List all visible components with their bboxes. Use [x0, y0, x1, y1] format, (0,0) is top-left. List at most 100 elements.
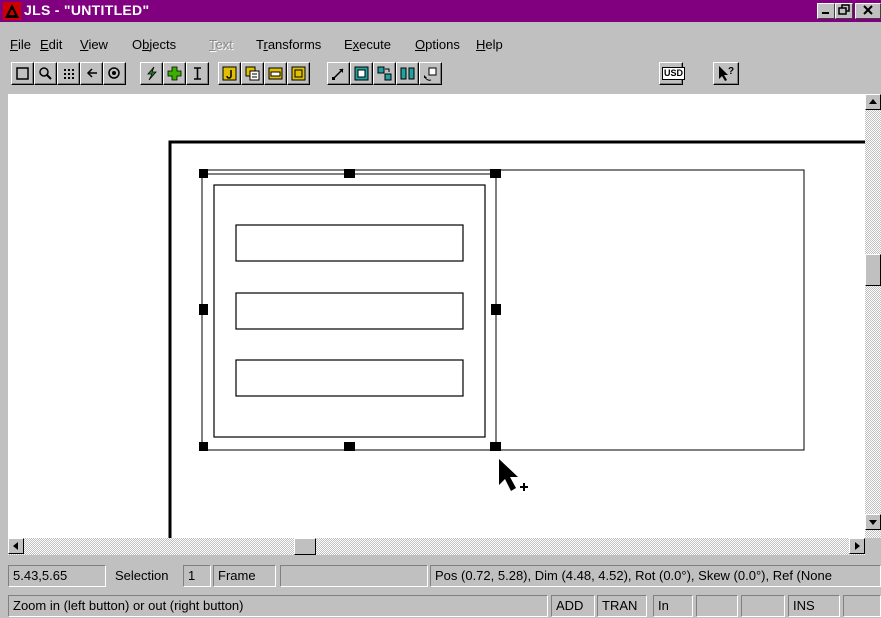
drawing-canvas[interactable] [8, 94, 865, 538]
minimize-button[interactable] [817, 3, 835, 19]
menu-text[interactable]: Text [209, 37, 233, 52]
status-bar-top: 5.43,5.65 Selection 1 Frame Pos (0.72, 5… [0, 562, 881, 590]
copy-icon [245, 66, 260, 81]
handle-middle-left [199, 304, 208, 315]
tran-indicator: TRAN [597, 595, 647, 617]
text-cursor-icon [194, 67, 201, 80]
flip-button[interactable] [373, 62, 396, 85]
selection-count: 1 [183, 565, 211, 587]
select-rect-button[interactable] [11, 62, 34, 85]
close-button[interactable] [855, 3, 881, 19]
menu-file[interactable]: File [10, 37, 31, 52]
title-bar: JLS - "UNTITLED" [0, 0, 881, 22]
horizontal-scrollbar[interactable] [8, 538, 865, 555]
vertical-scroll-thumb[interactable] [865, 254, 881, 286]
vertical-scrollbar[interactable] [865, 94, 881, 538]
status-empty-1 [696, 595, 738, 617]
inner-frame [213, 184, 486, 438]
handle-top-left [199, 169, 208, 178]
zoom-button[interactable] [34, 62, 57, 85]
shape-rect-1 [235, 224, 464, 262]
grid-button[interactable] [57, 62, 80, 85]
menu-help[interactable]: Help [476, 37, 503, 52]
zoom-icon [39, 67, 52, 80]
back-arrow-icon [86, 68, 97, 78]
shape-rect-2 [235, 292, 464, 330]
scroll-right-button[interactable] [849, 538, 865, 554]
outer-frame [201, 169, 805, 451]
align-button[interactable] [396, 62, 419, 85]
handle-top-right [490, 169, 501, 178]
add-button[interactable] [163, 62, 186, 85]
handle-top-middle [344, 169, 355, 178]
add-indicator: ADD [551, 595, 595, 617]
selection-outline [201, 173, 497, 451]
back-button[interactable] [80, 62, 103, 85]
close-icon [863, 5, 873, 15]
rotate-icon [424, 67, 437, 81]
zoom-cursor-icon [499, 459, 528, 491]
status-empty-3 [843, 595, 881, 617]
scroll-down-button[interactable] [865, 514, 881, 530]
handle-bottom-right [490, 442, 501, 451]
select-rect-icon [16, 67, 29, 80]
text-tool-button[interactable] [186, 62, 209, 85]
flip-icon [377, 66, 392, 81]
gate-button[interactable] [218, 62, 241, 85]
status-bar-bottom: Zoom in (left button) or out (right butt… [0, 594, 881, 618]
hint-text: Zoom in (left button) or out (right butt… [8, 595, 548, 617]
scroll-left-button[interactable] [8, 538, 24, 554]
wire-tool-button[interactable] [140, 62, 163, 85]
circuit-icon [291, 66, 306, 81]
app-logo-icon [3, 2, 21, 20]
arrow-right-icon [855, 542, 860, 550]
menu-edit[interactable]: Edit [40, 37, 62, 52]
arrow-left-icon [13, 542, 18, 550]
restore-icon [838, 4, 850, 15]
eye-icon [108, 67, 120, 79]
handle-bottom-left [199, 442, 208, 451]
arrow-down-icon [869, 520, 877, 525]
svg-text:?: ? [728, 66, 734, 77]
help-pointer-button[interactable]: ? [713, 62, 739, 85]
view-button[interactable] [103, 62, 126, 85]
cursor-coords: 5.43,5.65 [8, 565, 106, 587]
help-pointer-icon: ? [719, 66, 734, 81]
menu-objects[interactable]: Objects [132, 37, 176, 52]
frame-button[interactable] [350, 62, 373, 85]
toolbar: USD ? [0, 62, 881, 92]
usd-button[interactable]: USD [659, 62, 686, 85]
shape-rect-3 [235, 359, 464, 397]
arrow-up-icon [869, 99, 877, 104]
rotate-button[interactable] [419, 62, 442, 85]
menu-view[interactable]: View [80, 37, 108, 52]
menu-bar: File Edit View Objects Text Transforms E… [0, 24, 881, 52]
minimize-icon [822, 12, 829, 14]
page-boundary [168, 140, 865, 538]
block-button[interactable] [264, 62, 287, 85]
drawing-surface[interactable] [8, 94, 865, 538]
mode-label: Selection [115, 568, 169, 583]
handle-bottom-middle [344, 442, 355, 451]
window-title: JLS - "UNTITLED" [24, 2, 150, 18]
wire-tool-icon [147, 66, 157, 81]
resize-button[interactable] [327, 62, 350, 85]
status-empty-field [280, 565, 428, 587]
align-icon [400, 67, 415, 80]
transform-details: Pos (0.72, 5.28), Dim (4.48, 4.52), Rot … [430, 565, 881, 587]
status-empty-2 [741, 595, 785, 617]
resize-icon [332, 68, 344, 80]
object-type: Frame [213, 565, 276, 587]
menu-options[interactable]: Options [415, 37, 460, 52]
block-icon [268, 67, 283, 80]
grid-icon [64, 69, 74, 79]
circuit-button[interactable] [287, 62, 310, 85]
menu-execute[interactable]: Execute [344, 37, 391, 52]
gate-j-icon [222, 66, 237, 81]
horizontal-scroll-thumb[interactable] [294, 538, 316, 555]
scroll-up-button[interactable] [865, 94, 881, 110]
copy-button[interactable] [241, 62, 264, 85]
restore-button[interactable] [835, 3, 853, 19]
menu-transforms[interactable]: Transforms [256, 37, 321, 52]
frame-icon [354, 66, 369, 81]
